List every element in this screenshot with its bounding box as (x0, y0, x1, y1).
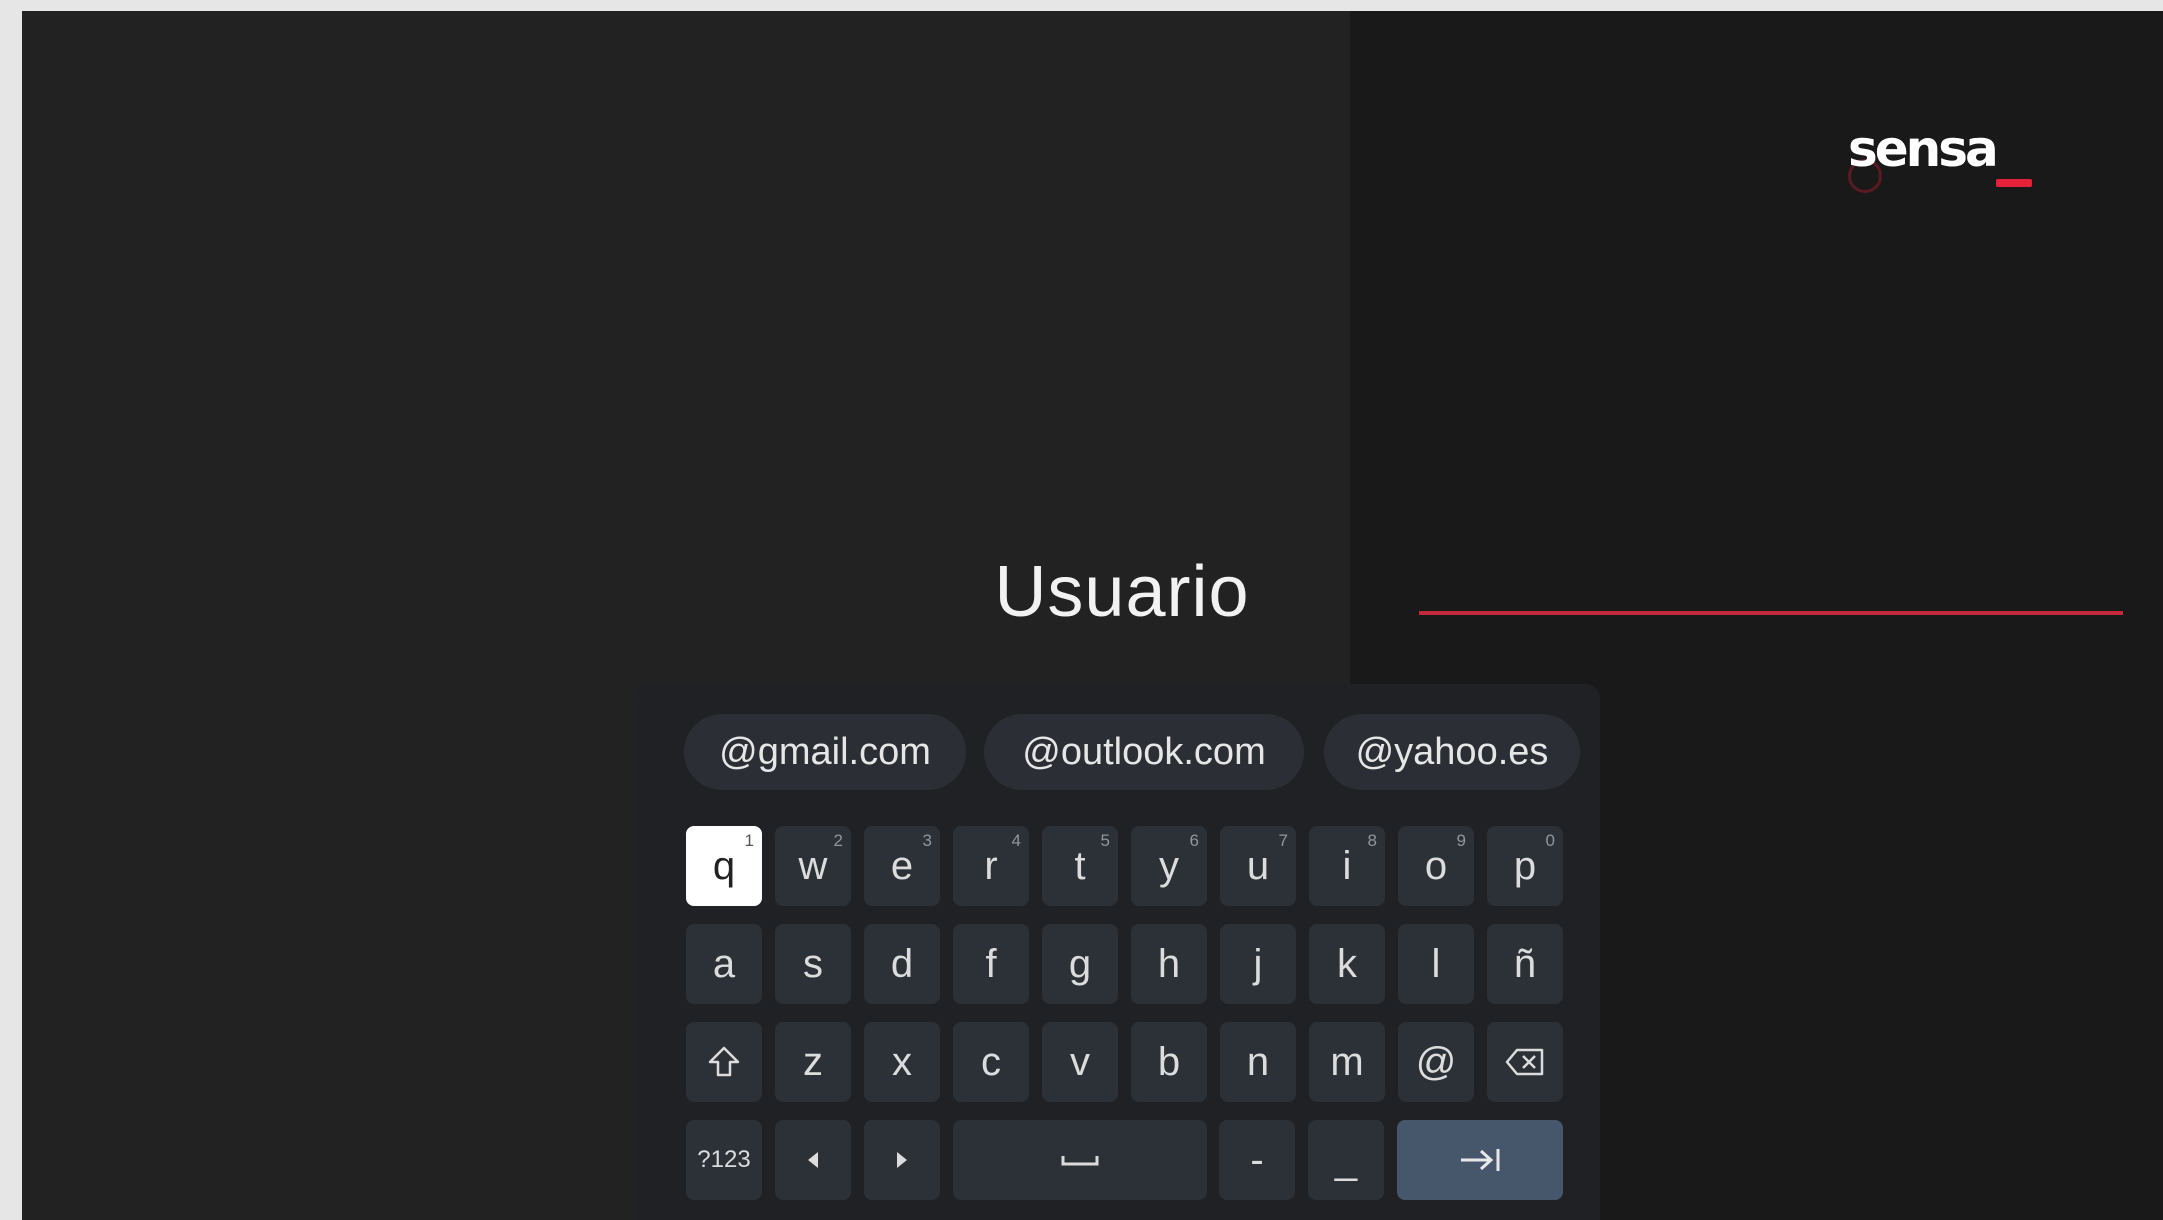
key-label: w (798, 844, 828, 888)
key-j[interactable]: j (1220, 924, 1296, 1004)
key-label: n (1246, 1040, 1270, 1084)
suggestion-yahoo[interactable]: @yahoo.es (1324, 714, 1580, 790)
key-label: y (1159, 844, 1179, 888)
key-y[interactable]: y6 (1131, 826, 1207, 906)
suggestion-gmail[interactable]: @gmail.com (684, 714, 966, 790)
underscore-key[interactable]: _ (1308, 1120, 1384, 1200)
username-input-underline[interactable] (1419, 611, 2123, 615)
key-number-hint: 5 (1100, 831, 1110, 850)
shift-key[interactable] (686, 1022, 762, 1102)
key-r[interactable]: r4 (953, 826, 1029, 906)
key-b[interactable]: b (1131, 1022, 1207, 1102)
key-number-hint: 0 (1545, 831, 1555, 850)
key-u[interactable]: u7 (1220, 826, 1296, 906)
key-label: r (984, 844, 998, 888)
key-label: m (1330, 1040, 1364, 1084)
key-n[interactable]: n (1220, 1022, 1296, 1102)
key-label: z (803, 1040, 823, 1084)
key-p[interactable]: p0 (1487, 826, 1563, 906)
key-o[interactable]: o9 (1398, 826, 1474, 906)
tv-screen: sensa Usuario @gmail.com @outlook.com @y… (22, 11, 2163, 1220)
key-label: s (803, 942, 823, 986)
symbols-key[interactable]: ?123 (686, 1120, 762, 1200)
key-x[interactable]: x (864, 1022, 940, 1102)
key-number-hint: 3 (922, 831, 932, 850)
on-screen-keyboard: @gmail.com @outlook.com @yahoo.es q1w2e3… (634, 684, 1600, 1220)
key-l[interactable]: l (1398, 924, 1474, 1004)
key-h[interactable]: h (1131, 924, 1207, 1004)
key-m[interactable]: m (1309, 1022, 1385, 1102)
dash-key[interactable]: - (1219, 1120, 1295, 1200)
shift-icon (708, 1046, 740, 1077)
key-label: f (985, 942, 997, 986)
key-label: ñ (1513, 942, 1537, 986)
cursor-right-key[interactable] (864, 1120, 940, 1200)
key-number-hint: 4 (1011, 831, 1021, 850)
key-q[interactable]: q1 (686, 826, 762, 906)
logo-text: sensa (1848, 120, 1999, 178)
cursor-left-key[interactable] (775, 1120, 851, 1200)
logo-accent-bar (1996, 179, 2032, 187)
key-k[interactable]: k (1309, 924, 1385, 1004)
key-s[interactable]: s (775, 924, 851, 1004)
key-label: e (890, 844, 914, 888)
key-label: g (1068, 942, 1092, 986)
key-f[interactable]: f (953, 924, 1029, 1004)
key-e[interactable]: e3 (864, 826, 940, 906)
arrow-left-icon (808, 1152, 818, 1168)
key-v[interactable]: v (1042, 1022, 1118, 1102)
key-label: q (712, 844, 736, 888)
key-label: @ (1415, 1040, 1457, 1084)
key-number-hint: 8 (1367, 831, 1377, 850)
key-number-hint: 2 (833, 831, 843, 850)
next-key[interactable] (1397, 1120, 1563, 1200)
key-label: i (1342, 844, 1352, 888)
key-label: o (1424, 844, 1448, 888)
key-label: x (892, 1040, 912, 1084)
sensa-logo: sensa (1848, 119, 2032, 209)
key-a[interactable]: a (686, 924, 762, 1004)
key-label: c (981, 1040, 1001, 1084)
key-c[interactable]: c (953, 1022, 1029, 1102)
key-d[interactable]: d (864, 924, 940, 1004)
key-label: j (1253, 942, 1263, 986)
key-number-hint: 9 (1456, 831, 1466, 850)
key-label: b (1157, 1040, 1181, 1084)
arrow-right-icon (897, 1152, 907, 1168)
email-suggestions: @gmail.com @outlook.com @yahoo.es (634, 714, 1600, 792)
key-label: h (1157, 942, 1181, 986)
space-key[interactable] (953, 1120, 1207, 1200)
field-label: Usuario (994, 552, 1250, 632)
key-t[interactable]: t5 (1042, 826, 1118, 906)
key-number-hint: 1 (744, 831, 754, 850)
key-label: u (1246, 844, 1270, 888)
key-w[interactable]: w2 (775, 826, 851, 906)
key-label: v (1070, 1040, 1090, 1084)
key-number-hint: 6 (1189, 831, 1199, 850)
key-number-hint: 7 (1278, 831, 1288, 850)
key-label: k (1337, 942, 1357, 986)
key-label: t (1074, 844, 1086, 888)
space-icon (1061, 1156, 1099, 1166)
backspace-icon (1505, 1048, 1544, 1076)
key-label: a (712, 942, 736, 986)
key-g[interactable]: g (1042, 924, 1118, 1004)
key-z[interactable]: z (775, 1022, 851, 1102)
key-at[interactable]: @ (1398, 1022, 1474, 1102)
key-i[interactable]: i8 (1309, 826, 1385, 906)
suggestion-outlook[interactable]: @outlook.com (984, 714, 1304, 790)
key-label: p (1513, 844, 1537, 888)
key-ñ[interactable]: ñ (1487, 924, 1563, 1004)
backspace-key[interactable] (1487, 1022, 1563, 1102)
key-label: d (890, 942, 914, 986)
key-label: l (1431, 942, 1441, 986)
tab-next-icon (1461, 1149, 1500, 1171)
